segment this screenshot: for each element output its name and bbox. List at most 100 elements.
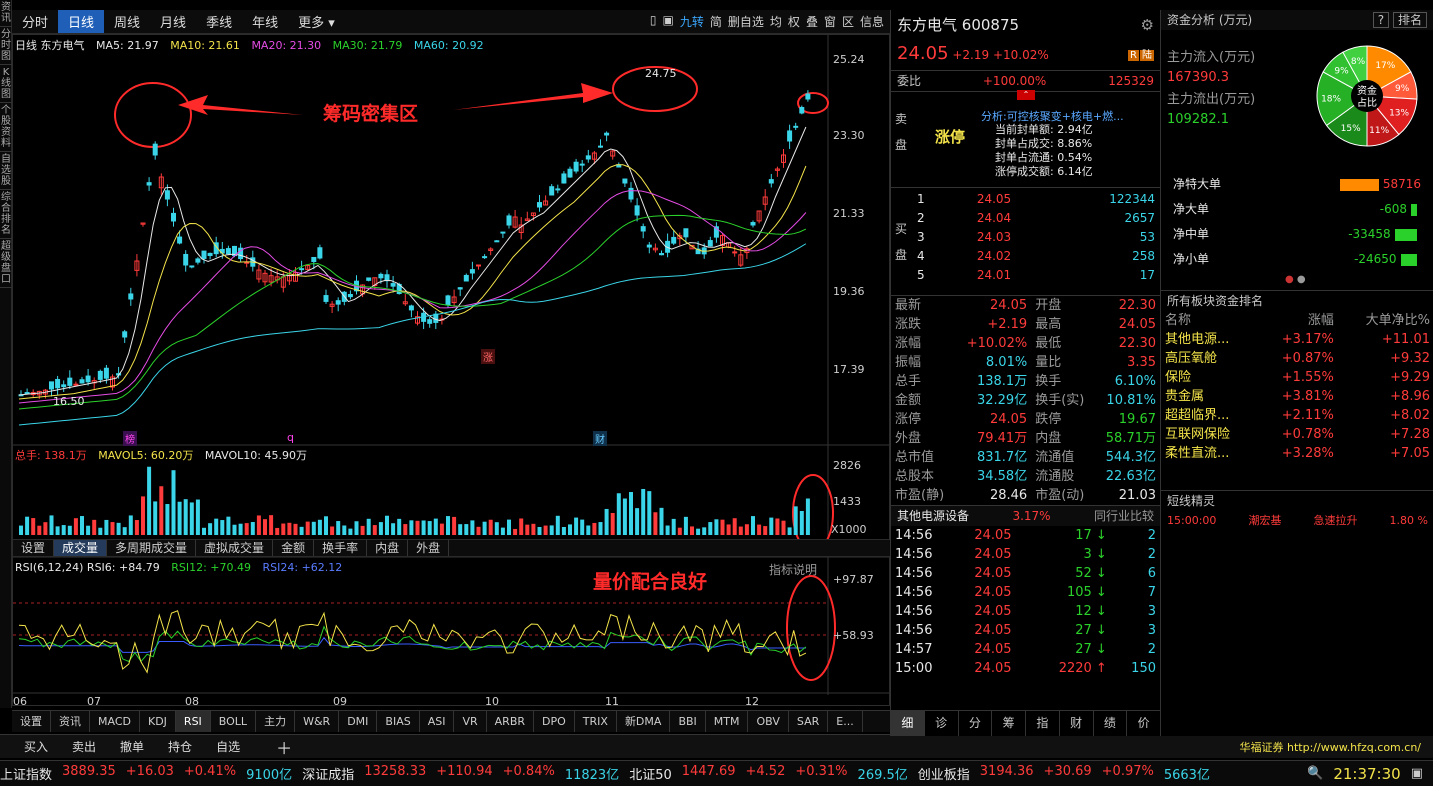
bid-row[interactable]: 1 24.05 122344 [913, 190, 1159, 209]
period-tab-0[interactable]: 分时 [12, 10, 58, 33]
trade-button-0[interactable]: 买入 [12, 738, 60, 755]
rank-row[interactable]: 超超临界... +2.11% +8.02 [1161, 406, 1433, 425]
indicator-tab-0[interactable]: 设置 [12, 711, 51, 732]
gear-icon[interactable]: ⚙ [1141, 10, 1154, 40]
mid-tab-7[interactable]: 价 [1127, 711, 1161, 736]
add-icon[interactable]: ＋ [264, 735, 304, 759]
help-icon[interactable]: ? [1372, 12, 1390, 28]
left-tab-5[interactable]: 综合排名 [0, 190, 12, 239]
period-tab-6[interactable]: 更多 ▾ [288, 10, 345, 33]
indicator-tab-11[interactable]: VR [454, 711, 487, 732]
mid-tab-0[interactable]: 细 [891, 711, 925, 736]
trade-button-2[interactable]: 撤单 [108, 738, 156, 755]
indicator-tab-9[interactable]: BIAS [377, 711, 420, 732]
indicator-tab-7[interactable]: W&R [295, 711, 340, 732]
index-name-0[interactable]: 上证指数 [0, 764, 52, 783]
sub-tab-4[interactable]: 金额 [273, 540, 315, 556]
indicator-tab-13[interactable]: DPO [534, 711, 575, 732]
period-tab-3[interactable]: 月线 [150, 10, 196, 33]
period-tab-4[interactable]: 季线 [196, 10, 242, 33]
bid-row[interactable]: 5 24.01 17 [913, 266, 1159, 285]
indicator-tab-2[interactable]: MACD [90, 711, 140, 732]
mid-tab-6[interactable]: 绩 [1094, 711, 1128, 736]
toolbar-7[interactable]: 区 [842, 13, 854, 30]
bid-row[interactable]: 4 24.02 258 [913, 247, 1159, 266]
indicator-tab-10[interactable]: ASI [420, 711, 455, 732]
toolbar-0[interactable]: 九转 [680, 13, 704, 30]
toolbar-4[interactable]: 权 [788, 13, 800, 30]
period-tab-5[interactable]: 年线 [242, 10, 288, 33]
trade-button-4[interactable]: 自选 [204, 738, 252, 755]
index-name-3[interactable]: 创业板指 [918, 764, 970, 783]
indicator-tab-20[interactable]: E... [828, 711, 863, 732]
indicator-tab-18[interactable]: OBV [748, 711, 789, 732]
mid-tab-5[interactable]: 财 [1060, 711, 1094, 736]
left-tab-0[interactable]: 资讯 [0, 0, 12, 27]
left-tab-4[interactable]: 自选股 [0, 152, 12, 190]
period-tab-1[interactable]: 日线 [58, 10, 105, 33]
rank-row[interactable]: 保险 +1.55% +9.29 [1161, 368, 1433, 387]
period-tab-2[interactable]: 周线 [104, 10, 150, 33]
toolbar-1[interactable]: 简 [710, 13, 722, 30]
chat-icon[interactable]: ▣ [1411, 766, 1423, 781]
index-name-1[interactable]: 深证成指 [302, 764, 354, 783]
sector-name[interactable]: 其他电源设备 [897, 506, 969, 526]
sub-tab-2[interactable]: 多周期成交量 [107, 540, 197, 556]
toolbar-8[interactable]: 信息 [860, 13, 884, 30]
bid-row[interactable]: 3 24.03 53 [913, 228, 1159, 247]
indicator-tab-1[interactable]: 资讯 [51, 711, 90, 732]
trade-button-1[interactable]: 卖出 [60, 738, 108, 755]
search-icon[interactable]: 🔍 [1307, 766, 1323, 781]
indicator-tab-3[interactable]: KDJ [140, 711, 176, 732]
indicator-help-link[interactable]: 指标说明 [769, 561, 817, 578]
left-tab-2[interactable]: K线图 [0, 65, 12, 103]
rank-row[interactable]: 高压氧舱 +0.87% +9.32 [1161, 349, 1433, 368]
toolbar-2[interactable]: 删自选 [728, 13, 764, 30]
left-tab-3[interactable]: 个股资料 [0, 103, 12, 152]
rank-header-2[interactable]: 大单净比% [1338, 311, 1433, 330]
rank-header-1[interactable]: 涨幅 [1258, 311, 1338, 330]
rank-header-0[interactable]: 名称 [1161, 311, 1258, 330]
rank-row[interactable]: 其他电源... +3.17% +11.01 [1161, 330, 1433, 349]
indicator-tab-5[interactable]: BOLL [211, 711, 257, 732]
left-tab-6[interactable]: 超级盘口 [0, 239, 12, 288]
indicator-tab-6[interactable]: 主力 [256, 711, 296, 732]
mid-tab-2[interactable]: 分 [959, 711, 993, 736]
sub-tab-5[interactable]: 换手率 [314, 540, 368, 556]
indicator-tab-14[interactable]: TRIX [575, 711, 617, 732]
left-tab-1[interactable]: 分时图 [0, 27, 12, 65]
sub-tab-7[interactable]: 外盘 [408, 540, 450, 556]
indicator-tab-12[interactable]: ARBR [487, 711, 535, 732]
rank-row[interactable]: 柔性直流... +3.28% +7.05 [1161, 444, 1433, 463]
mid-tab-3[interactable]: 筹 [992, 711, 1026, 736]
sub-tab-0[interactable]: 设置 [13, 540, 55, 556]
rank-button[interactable]: 排名 [1392, 12, 1427, 28]
sub-tab-1[interactable]: 成交量 [54, 540, 108, 556]
index-name-2[interactable]: 北证50 [629, 764, 672, 783]
kline-chart[interactable]: 日线 东方电气 MA5: 21.97 MA10: 21.61 MA20: 21.… [12, 34, 891, 708]
sub-tab-3[interactable]: 虚拟成交量 [196, 540, 274, 556]
sub-tab-6[interactable]: 内盘 [367, 540, 409, 556]
sector-compare[interactable]: 同行业比较 [1094, 506, 1154, 526]
elf-name[interactable]: 潮宏基 [1248, 511, 1281, 531]
mid-tab-1[interactable]: 诊 [925, 711, 959, 736]
indicator-tab-17[interactable]: MTM [706, 711, 749, 732]
trade-button-3[interactable]: 持仓 [156, 738, 204, 755]
indicator-tab-19[interactable]: SAR [789, 711, 829, 732]
indicator-tab-15[interactable]: 新DMA [617, 711, 671, 732]
rank-row[interactable]: 贵金属 +3.81% +8.96 [1161, 387, 1433, 406]
toolbar-6[interactable]: 窗 [824, 13, 836, 30]
broker-link[interactable]: 华福证券 http://www.hfzq.com.cn/ [1228, 739, 1433, 755]
collapse-icon[interactable]: ⌃ [1017, 90, 1035, 100]
toolbar-5[interactable]: 叠 [806, 13, 818, 30]
toolbar-3[interactable]: 均 [770, 13, 782, 30]
indicator-tab-4[interactable]: RSI [175, 711, 211, 732]
chart-type-icon[interactable]: ▯ [650, 13, 657, 30]
bid-row[interactable]: 2 24.04 2657 [913, 209, 1159, 228]
indicator-tab-8[interactable]: DMI [339, 711, 378, 732]
indicator-tab-16[interactable]: BBI [670, 711, 706, 732]
mid-tab-4[interactable]: 指 [1026, 711, 1060, 736]
rank-row[interactable]: 互联网保险 +0.78% +7.28 [1161, 425, 1433, 444]
analysis-text[interactable]: 分析:可控核聚变+核电+燃... [981, 108, 1124, 124]
window-icon[interactable]: ▣ [663, 13, 674, 30]
